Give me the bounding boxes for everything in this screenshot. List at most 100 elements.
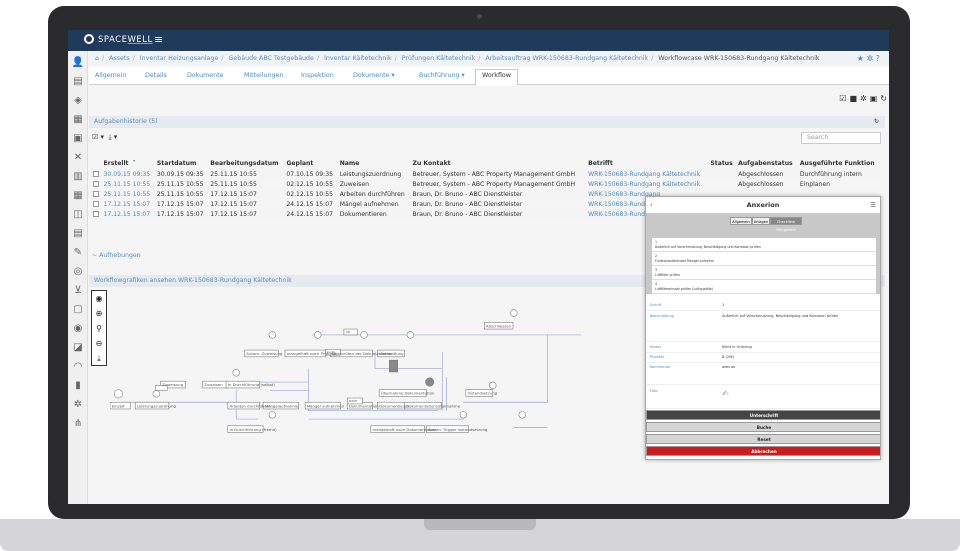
aufhebungen-toggle[interactable]: ~ Aufhebungen: [92, 252, 141, 259]
node-maengelaufnahme[interactable]: Mängelaufnahme: [265, 403, 299, 408]
col-header[interactable]: Aufgabenstatus: [736, 157, 798, 169]
row-checkbox[interactable]: [91, 209, 102, 219]
app-logo[interactable]: SPACEWELL: [84, 34, 153, 45]
barchart-icon[interactable]: ▮: [71, 379, 85, 393]
unterschrift-button[interactable]: Unterschrift: [646, 410, 880, 420]
gear-icon[interactable]: ✲: [867, 54, 874, 63]
gear-icon[interactable]: ✲: [71, 398, 85, 412]
breadcrumb-item[interactable]: Gebäude ABC Testgebäude: [229, 55, 314, 62]
chart-icon[interactable]: ◫: [71, 208, 85, 222]
segment-anlagen[interactable]: Anlagen: [752, 217, 770, 225]
col-header[interactable]: Geplant: [284, 157, 337, 169]
tab-dokumente-dropdown[interactable]: Dokumente ▾: [353, 70, 395, 85]
node-dokumentation[interactable]: Dokumentation: [349, 403, 379, 408]
node-leistungszuordnung[interactable]: Leistungszuordnung: [137, 403, 177, 408]
list-item[interactable]: 4 Luftfiltereinsatz prüfen (Luftqualität): [652, 280, 876, 294]
node-abschliessen[interactable]: Abschliessen: [486, 323, 512, 328]
download-icon[interactable]: ⤓: [92, 351, 106, 366]
list-icon[interactable]: ▤: [71, 227, 85, 241]
home-icon[interactable]: ⌂: [95, 55, 99, 62]
cart-icon[interactable]: ⊻: [71, 284, 85, 298]
save-icon[interactable]: ▣: [870, 94, 881, 103]
col-header[interactable]: Ausgeführte Funktion: [798, 157, 881, 169]
gateway-ja[interactable]: Ja: [345, 329, 350, 334]
node-zuweisung[interactable]: Zuweisung: [162, 382, 184, 387]
table-cell[interactable]: 17.12.15 15:07: [101, 209, 155, 219]
reset-button[interactable]: Reset: [646, 434, 880, 444]
building-icon[interactable]: ▥: [71, 170, 85, 184]
buche-button[interactable]: Buche: [646, 422, 880, 432]
tab-mitteilungen[interactable]: Mitteilungen: [244, 70, 283, 85]
row-checkbox[interactable]: [91, 199, 102, 209]
search-input[interactable]: Search: [801, 132, 881, 144]
gauge-icon[interactable]: ◠: [71, 360, 85, 374]
list-item[interactable]: 1 Äußerlich auf Verschmutzung, Beschädigu…: [652, 238, 876, 252]
check-icon[interactable]: ☑: [839, 94, 849, 103]
edit-icon[interactable]: ✎: [71, 246, 85, 260]
star-icon[interactable]: ★: [857, 54, 864, 63]
tag-icon[interactable]: ◈: [71, 94, 85, 108]
status-select[interactable]: Nicht in Ordnung: [722, 345, 752, 349]
row-checkbox[interactable]: [91, 189, 102, 199]
menu-icon[interactable]: ≡: [154, 33, 163, 46]
menu-icon[interactable]: ☰: [870, 197, 876, 214]
node-zuweisen[interactable]: Zuweisen: [204, 382, 223, 387]
col-header[interactable]: Startdatum: [155, 157, 208, 169]
refresh-icon[interactable]: ↻: [880, 94, 890, 103]
signature-image[interactable]: ✍: [722, 389, 729, 398]
node-dokuuebernahme[interactable]: Dokumentationsübernahme: [406, 403, 461, 408]
tab-workflow[interactable]: Workflow: [475, 69, 518, 86]
download-icon[interactable]: ⤓ ▾: [108, 133, 117, 141]
col-header[interactable]: Erstellt ˅: [102, 157, 155, 169]
target-icon[interactable]: ◎: [71, 265, 85, 279]
calendar-icon[interactable]: ▦: [71, 113, 85, 127]
table-row[interactable]: 25.11.15 10:55 25.11.15 10:55 25.11.15 10:…: [91, 179, 881, 189]
col-header[interactable]: Zu Kontakt: [411, 157, 587, 169]
node-uebernahme[interactable]: Übernahme Dokumentation: [381, 391, 435, 396]
tab-inspektion[interactable]: Inspektion: [301, 70, 334, 85]
file-icon[interactable]: ▢: [71, 303, 85, 317]
grid-icon[interactable]: ▦: [71, 189, 85, 203]
list-item[interactable]: 2 Funktionsstörendes Mangel aufnehm: [652, 252, 876, 266]
prioritaet-select[interactable]: B (2W): [722, 355, 734, 359]
row-checkbox[interactable]: [91, 179, 102, 189]
user-icon[interactable]: 👤: [71, 56, 85, 70]
tab-details[interactable]: Details: [145, 70, 167, 85]
image-icon[interactable]: ◪: [71, 341, 85, 355]
node-trigger[interactable]: Autom. Trigger Instandsetzung: [428, 427, 488, 432]
table-cell[interactable]: 30.09.15 09:35: [101, 169, 155, 179]
breadcrumb-item[interactable]: Arbeitsauftrag WRK-150683-Rundgang Kälte…: [485, 55, 648, 62]
help-icon[interactable]: ?: [876, 54, 880, 63]
tab-buchfuehrung[interactable]: Buchführung ▾: [419, 70, 465, 85]
stop-icon[interactable]: ■: [849, 94, 860, 103]
breadcrumb-item[interactable]: Assets: [109, 55, 130, 62]
node-mangelhaft-doku[interactable]: mangelhaft nach Dokumentation: [372, 427, 436, 432]
globe-icon[interactable]: ◉: [71, 322, 85, 336]
col-header[interactable]: Name: [338, 157, 411, 169]
col-header[interactable]: Status: [708, 157, 736, 169]
tab-allgemein[interactable]: Allgemein: [95, 70, 126, 85]
node-durchfuehrung-selbst[interactable]: In Durchführung (selbst): [228, 382, 276, 387]
beschreibung-value[interactable]: Äußerlich auf Verschmutzung, Beschädigun…: [722, 314, 838, 318]
tools-icon[interactable]: ✕: [71, 151, 85, 165]
document-icon[interactable]: ▤: [71, 75, 85, 89]
target-icon[interactable]: ◉: [92, 291, 106, 306]
node-dokumentieren[interactable]: Dokumentieren: [379, 403, 409, 408]
segment-checkliste[interactable]: Checkliste Mängelfeld: [770, 217, 802, 232]
table-cell[interactable]: WRK-150683-Rundgang Kältetechnik: [586, 179, 708, 189]
node-durchfuehrung-fremd[interactable]: In Durchführung (fremd): [229, 427, 277, 432]
list-item[interactable]: 3 Luftfilter prüfen: [652, 266, 876, 280]
node-instandsetzung[interactable]: Instandsetzung: [468, 391, 498, 396]
breadcrumb-item[interactable]: Prüfungen Kältetechnik: [402, 55, 475, 62]
node-autom-zuweisung[interactable]: Autom. Zuweisung: [246, 351, 283, 356]
hierarchy-icon[interactable]: ⋔: [71, 417, 85, 431]
refresh-icon[interactable]: ↻: [874, 116, 879, 128]
back-icon[interactable]: ‹: [650, 197, 653, 214]
breadcrumb-item[interactable]: Inventar Kältetechnik: [324, 55, 392, 62]
row-checkbox[interactable]: [91, 169, 102, 179]
box-icon[interactable]: ▣: [71, 132, 85, 146]
col-header[interactable]: Bearbeitungsdatum: [208, 157, 284, 169]
table-cell[interactable]: 17.12.15 15:07: [102, 199, 155, 209]
node-mangelhaft[interactable]: mangelhaft nach Prüfung: [287, 351, 336, 356]
kommentar-input[interactable]: alles ok: [722, 365, 735, 369]
